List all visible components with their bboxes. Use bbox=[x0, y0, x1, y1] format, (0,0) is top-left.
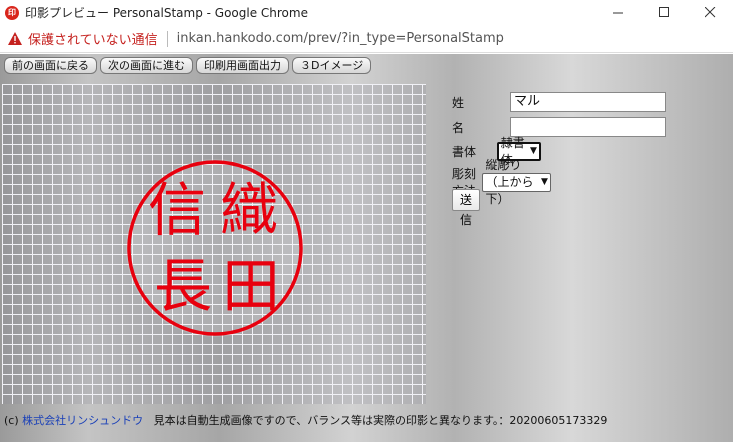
address-divider bbox=[166, 30, 168, 47]
stamp-char-2: 織 bbox=[220, 176, 278, 244]
warning-icon[interactable] bbox=[8, 32, 22, 46]
security-status[interactable]: 保護されていない通信 bbox=[28, 29, 158, 48]
copyright-prefix: (c) bbox=[4, 414, 23, 427]
minimize-button[interactable] bbox=[595, 0, 641, 25]
maximize-button[interactable] bbox=[641, 0, 687, 25]
back-button[interactable]: 前の画面に戻る bbox=[4, 57, 97, 74]
stamp-char-3: 長 bbox=[154, 252, 212, 320]
chevron-down-icon: ▼ bbox=[541, 176, 548, 187]
footer-notice: 見本は自動生成画像ですので、バランス等は実際の印影と異なります。：2020060… bbox=[153, 414, 608, 427]
title-bar: 印 印影プレビュー PersonalStamp - Google Chrome bbox=[0, 0, 733, 25]
print-view-button[interactable]: 印刷用画面出力 bbox=[196, 57, 289, 74]
stamp-char-1: 信 bbox=[148, 176, 206, 244]
3d-image-button[interactable]: ３Dイメージ bbox=[292, 57, 372, 74]
page-toolbar: 前の画面に戻る 次の画面に進む 印刷用画面出力 ３Dイメージ bbox=[4, 57, 372, 74]
window-controls bbox=[595, 0, 733, 25]
sei-input[interactable]: マル bbox=[510, 92, 666, 112]
page-content: 前の画面に戻る 次の画面に進む 印刷用画面出力 ３Dイメージ 姓 マル 名 書体… bbox=[0, 54, 733, 442]
maximize-icon bbox=[658, 7, 669, 17]
stamp-char-4: 田 bbox=[222, 252, 280, 320]
address-bar[interactable]: 保護されていない通信 inkan.hankodo.com/prev/?in_ty… bbox=[0, 25, 733, 53]
submit-button[interactable]: 送信 bbox=[452, 189, 481, 227]
mei-row: 名 bbox=[452, 117, 666, 137]
mei-input[interactable] bbox=[510, 117, 666, 137]
minimize-icon bbox=[612, 12, 623, 14]
mei-label: 名 bbox=[452, 120, 465, 135]
close-button[interactable] bbox=[687, 0, 733, 25]
sei-label: 姓 bbox=[452, 95, 465, 110]
company-link[interactable]: 株式会社リンシュンドウ bbox=[22, 414, 143, 427]
footer: (c) 株式会社リンシュンドウ 見本は自動生成画像ですので、バランス等は実際の印… bbox=[4, 412, 607, 428]
app-icon: 印 bbox=[5, 5, 19, 20]
sei-row: 姓 マル bbox=[452, 92, 666, 112]
method-select[interactable]: 縦彫り（上から下） ▼ bbox=[482, 158, 551, 206]
forward-button[interactable]: 次の画面に進む bbox=[100, 57, 193, 74]
url-text[interactable]: inkan.hankodo.com/prev/?in_type=Personal… bbox=[177, 31, 504, 46]
close-icon bbox=[704, 7, 715, 18]
stamp-preview: 信 織 長 田 bbox=[126, 159, 304, 337]
method-select-value: 縦彫り（上から下） bbox=[485, 157, 534, 206]
window-title: 印影プレビュー PersonalStamp - Google Chrome bbox=[25, 6, 308, 20]
